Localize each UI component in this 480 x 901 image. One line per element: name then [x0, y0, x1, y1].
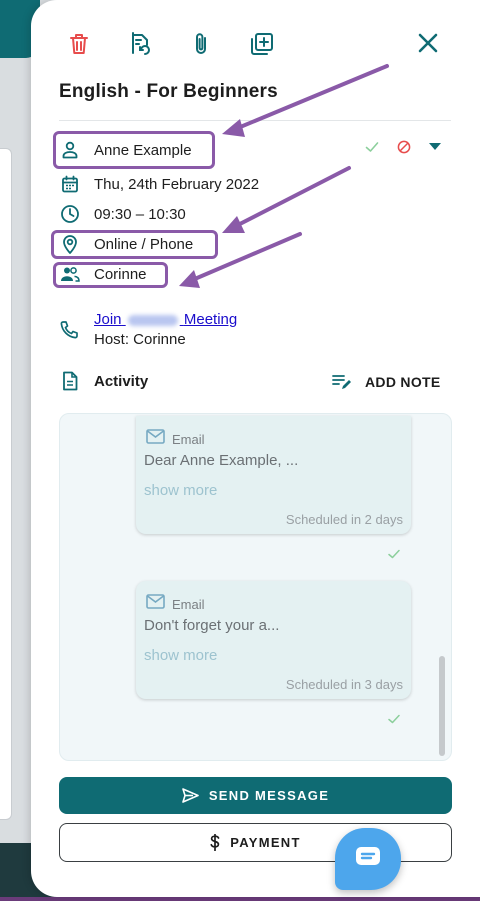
- background-app-footer-accent: [0, 897, 480, 901]
- title-divider: [59, 120, 451, 121]
- mail-icon: [146, 594, 165, 614]
- status-dropdown-icon[interactable]: [429, 143, 441, 151]
- add-note-button[interactable]: ADD NOTE: [331, 371, 441, 393]
- page-title: English - For Beginners: [59, 81, 278, 102]
- add-note-label: ADD NOTE: [365, 374, 441, 390]
- phone-icon: [59, 320, 81, 342]
- highlight-box-client: [53, 131, 215, 169]
- send-icon: [182, 788, 199, 803]
- time-row: 09:30 – 10:30: [59, 202, 186, 226]
- send-message-label: SEND MESSAGE: [208, 788, 330, 803]
- message-header: Email: [146, 429, 205, 449]
- redacted-text: [127, 314, 178, 326]
- close-icon[interactable]: [413, 28, 443, 58]
- show-more-link[interactable]: show more: [144, 647, 217, 664]
- join-link-prefix: Join: [94, 311, 122, 328]
- dollar-icon: [210, 834, 220, 851]
- highlight-box-location: [51, 230, 218, 259]
- attendance-status: [365, 140, 441, 154]
- meeting-info: Join Meeting Host: Corinne: [59, 310, 237, 351]
- meeting-host: Host: Corinne: [94, 331, 186, 348]
- delivered-check-icon: [388, 546, 400, 564]
- appointment-time: 09:30 – 10:30: [94, 205, 186, 223]
- show-more-link[interactable]: show more: [144, 482, 217, 499]
- send-message-button[interactable]: SEND MESSAGE: [59, 777, 452, 814]
- message-preview: Dear Anne Example, ...: [144, 452, 299, 469]
- edit-note-icon: [331, 371, 353, 393]
- trash-icon[interactable]: [65, 30, 93, 58]
- message-card[interactable]: Email Don't forget your a... show more S…: [136, 581, 411, 699]
- background-app-card: [0, 148, 12, 820]
- message-preview: Don't forget your a...: [144, 617, 280, 634]
- clock-icon: [59, 203, 81, 225]
- mail-icon: [146, 429, 165, 449]
- delivered-check-icon: [388, 711, 400, 729]
- chat-icon: [355, 846, 381, 873]
- activity-scrollbar[interactable]: [439, 656, 445, 756]
- appointment-date: Thu, 24th February 2022: [94, 175, 260, 193]
- chat-launcher-button[interactable]: [335, 828, 401, 890]
- highlight-box-staff: [53, 262, 168, 288]
- payment-label: PAYMENT: [230, 835, 301, 850]
- panel-toolbar: [65, 30, 276, 58]
- attended-check-icon[interactable]: [365, 141, 379, 153]
- message-type: Email: [172, 596, 205, 612]
- message-schedule: Scheduled in 3 days: [285, 677, 403, 692]
- activity-feed[interactable]: Email Dear Anne Example, ... show more S…: [59, 413, 452, 761]
- join-link-suffix: Meeting: [183, 311, 238, 328]
- join-meeting-link[interactable]: Join Meeting: [94, 310, 237, 329]
- meeting-text: Join Meeting Host: Corinne: [94, 310, 237, 351]
- message-type: Email: [172, 431, 205, 447]
- attachment-icon[interactable]: [187, 30, 215, 58]
- date-row: Thu, 24th February 2022: [59, 172, 259, 196]
- message-schedule: Scheduled in 2 days: [285, 512, 403, 527]
- message-header: Email: [146, 594, 205, 614]
- reschedule-icon[interactable]: [126, 30, 154, 58]
- activity-header: Activity: [59, 370, 148, 392]
- calendar-icon: [59, 173, 81, 195]
- activity-label: Activity: [94, 372, 149, 390]
- duplicate-icon[interactable]: [248, 30, 276, 58]
- message-card[interactable]: Email Dear Anne Example, ... show more S…: [136, 416, 411, 534]
- document-icon: [59, 370, 81, 392]
- no-show-icon[interactable]: [397, 140, 411, 154]
